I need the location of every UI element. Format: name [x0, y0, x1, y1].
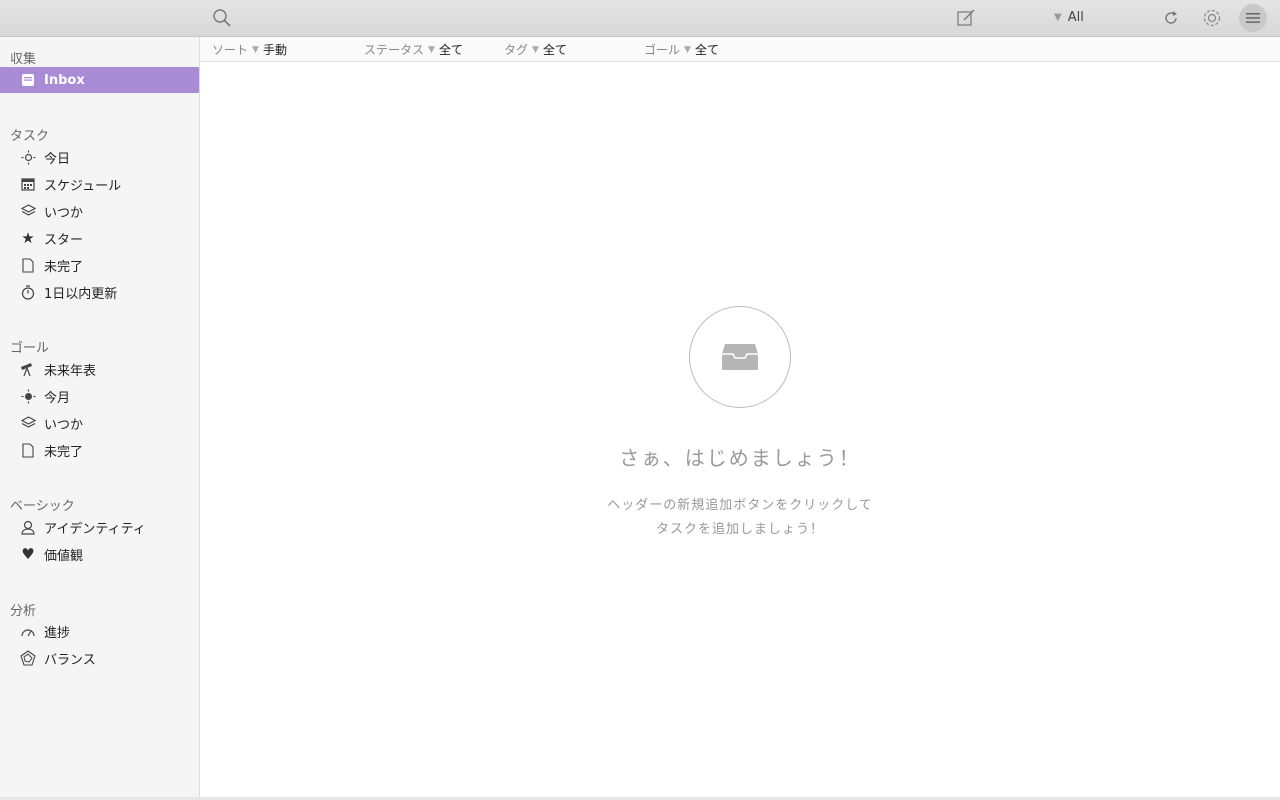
sidebar-item-label: 価値観	[44, 548, 84, 564]
section-title-goals: ゴール	[10, 341, 50, 356]
view-filter-dropdown[interactable]: ▼ All	[1054, 6, 1084, 28]
sidebar: 収集 Inbox タスク 今日 スケジュール いつか ★ スター 未完了 1日以…	[0, 37, 200, 798]
refresh-button[interactable]	[1159, 6, 1183, 30]
sun-icon	[20, 149, 36, 165]
goal-filter-label: ゴール	[644, 43, 681, 57]
refresh-icon	[1165, 11, 1177, 24]
heart-icon: ♥	[21, 545, 35, 563]
sidebar-item-label: スケジュール	[44, 178, 122, 194]
top-toolbar: ▼ All	[0, 0, 1280, 37]
calendar-icon	[20, 176, 36, 192]
sidebar-item-label: 進捗	[44, 625, 71, 641]
sidebar-item-this-month[interactable]: 今月	[0, 383, 199, 409]
hamburger-icon	[1246, 13, 1260, 23]
sidebar-item-label: いつか	[44, 417, 84, 433]
stopwatch-icon	[20, 284, 36, 300]
goal-filter-value: 全て	[694, 43, 719, 57]
sort-filter-label: ソート	[212, 43, 249, 57]
sidebar-item-label: Inbox	[44, 72, 85, 88]
goal-filter[interactable]: ゴール ▼ 全て	[644, 41, 719, 58]
sidebar-item-label: 未完了	[44, 444, 84, 460]
empty-state-message-line2: タスクを追加しましょう！	[655, 522, 824, 537]
sidebar-item-label: アイデンティティ	[44, 521, 146, 537]
chevron-down-icon: ▼	[1054, 11, 1062, 23]
sidebar-item-future-timeline[interactable]: 未来年表	[0, 356, 199, 382]
document-icon	[20, 257, 36, 273]
inbox-tray-icon	[722, 344, 758, 370]
menu-button[interactable]	[1239, 4, 1267, 32]
telescope-icon	[20, 361, 36, 377]
chevron-down-icon: ▼	[252, 44, 259, 55]
inbox-icon	[20, 72, 36, 88]
tag-filter[interactable]: タグ ▼ 全て	[504, 41, 567, 58]
gauge-icon	[20, 623, 36, 639]
sidebar-item-someday[interactable]: いつか	[0, 198, 199, 224]
search-icon	[213, 9, 231, 27]
document-icon	[20, 442, 36, 458]
status-filter-value: 全て	[438, 43, 463, 57]
sidebar-item-label: 今日	[44, 151, 71, 167]
status-filter[interactable]: ステータス ▼ 全て	[364, 41, 463, 58]
sidebar-item-star[interactable]: ★ スター	[0, 225, 199, 251]
gear-icon	[1203, 9, 1221, 27]
sidebar-item-identity[interactable]: アイデンティティ	[0, 514, 199, 540]
tag-filter-label: タグ	[504, 43, 529, 57]
view-filter-value: All	[1067, 9, 1084, 25]
sidebar-item-incomplete[interactable]: 未完了	[0, 252, 199, 278]
tag-filter-value: 全て	[542, 43, 567, 57]
sidebar-item-balance[interactable]: バランス	[0, 645, 199, 671]
layers-icon	[20, 415, 36, 431]
sort-filter[interactable]: ソート ▼ 手動	[212, 41, 287, 58]
sort-filter-value: 手動	[262, 43, 287, 57]
chevron-down-icon: ▼	[428, 44, 435, 55]
sidebar-item-today[interactable]: 今日	[0, 144, 199, 170]
filter-bar: ソート ▼ 手動 ステータス ▼ 全て タグ ▼ 全て ゴール ▼ 全て	[200, 37, 1280, 62]
sidebar-item-label: 1日以内更新	[44, 286, 118, 302]
sidebar-item-label: 今月	[44, 390, 71, 406]
sidebar-item-goal-incomplete[interactable]: 未完了	[0, 437, 199, 463]
sidebar-item-goal-someday[interactable]: いつか	[0, 410, 199, 436]
section-title-basics: ベーシック	[10, 499, 75, 514]
new-task-button[interactable]	[954, 6, 978, 30]
section-title-collect: 収集	[10, 52, 37, 67]
sidebar-item-label: バランス	[44, 652, 96, 668]
sidebar-item-label: 未完了	[44, 259, 84, 275]
empty-state-message-line1: ヘッダーの新規追加ボタンをクリックして	[607, 498, 873, 513]
empty-state-title: さぁ、はじめましょう！	[619, 446, 861, 470]
sidebar-item-label: いつか	[44, 205, 84, 221]
star-icon: ★	[21, 229, 35, 247]
sun-icon	[20, 388, 36, 404]
sidebar-item-label: 未来年表	[44, 363, 97, 379]
empty-state-illustration	[689, 306, 791, 408]
section-title-tasks: タスク	[10, 129, 50, 144]
compose-icon	[957, 9, 975, 26]
sidebar-item-recent[interactable]: 1日以内更新	[0, 279, 199, 305]
section-title-analysis: 分析	[10, 604, 37, 619]
layers-icon	[20, 203, 36, 219]
sidebar-item-label: スター	[44, 232, 84, 248]
radar-chart-icon	[20, 650, 36, 666]
chevron-down-icon: ▼	[532, 44, 539, 55]
settings-button[interactable]	[1199, 5, 1225, 31]
sidebar-item-values[interactable]: ♥ 価値観	[0, 541, 199, 567]
sidebar-item-inbox[interactable]: Inbox	[0, 67, 199, 93]
sidebar-item-schedule[interactable]: スケジュール	[0, 171, 199, 197]
chevron-down-icon: ▼	[684, 44, 691, 55]
sidebar-item-progress[interactable]: 進捗	[0, 618, 199, 644]
person-icon	[20, 519, 36, 535]
search-button[interactable]	[210, 6, 234, 30]
status-filter-label: ステータス	[364, 43, 425, 57]
